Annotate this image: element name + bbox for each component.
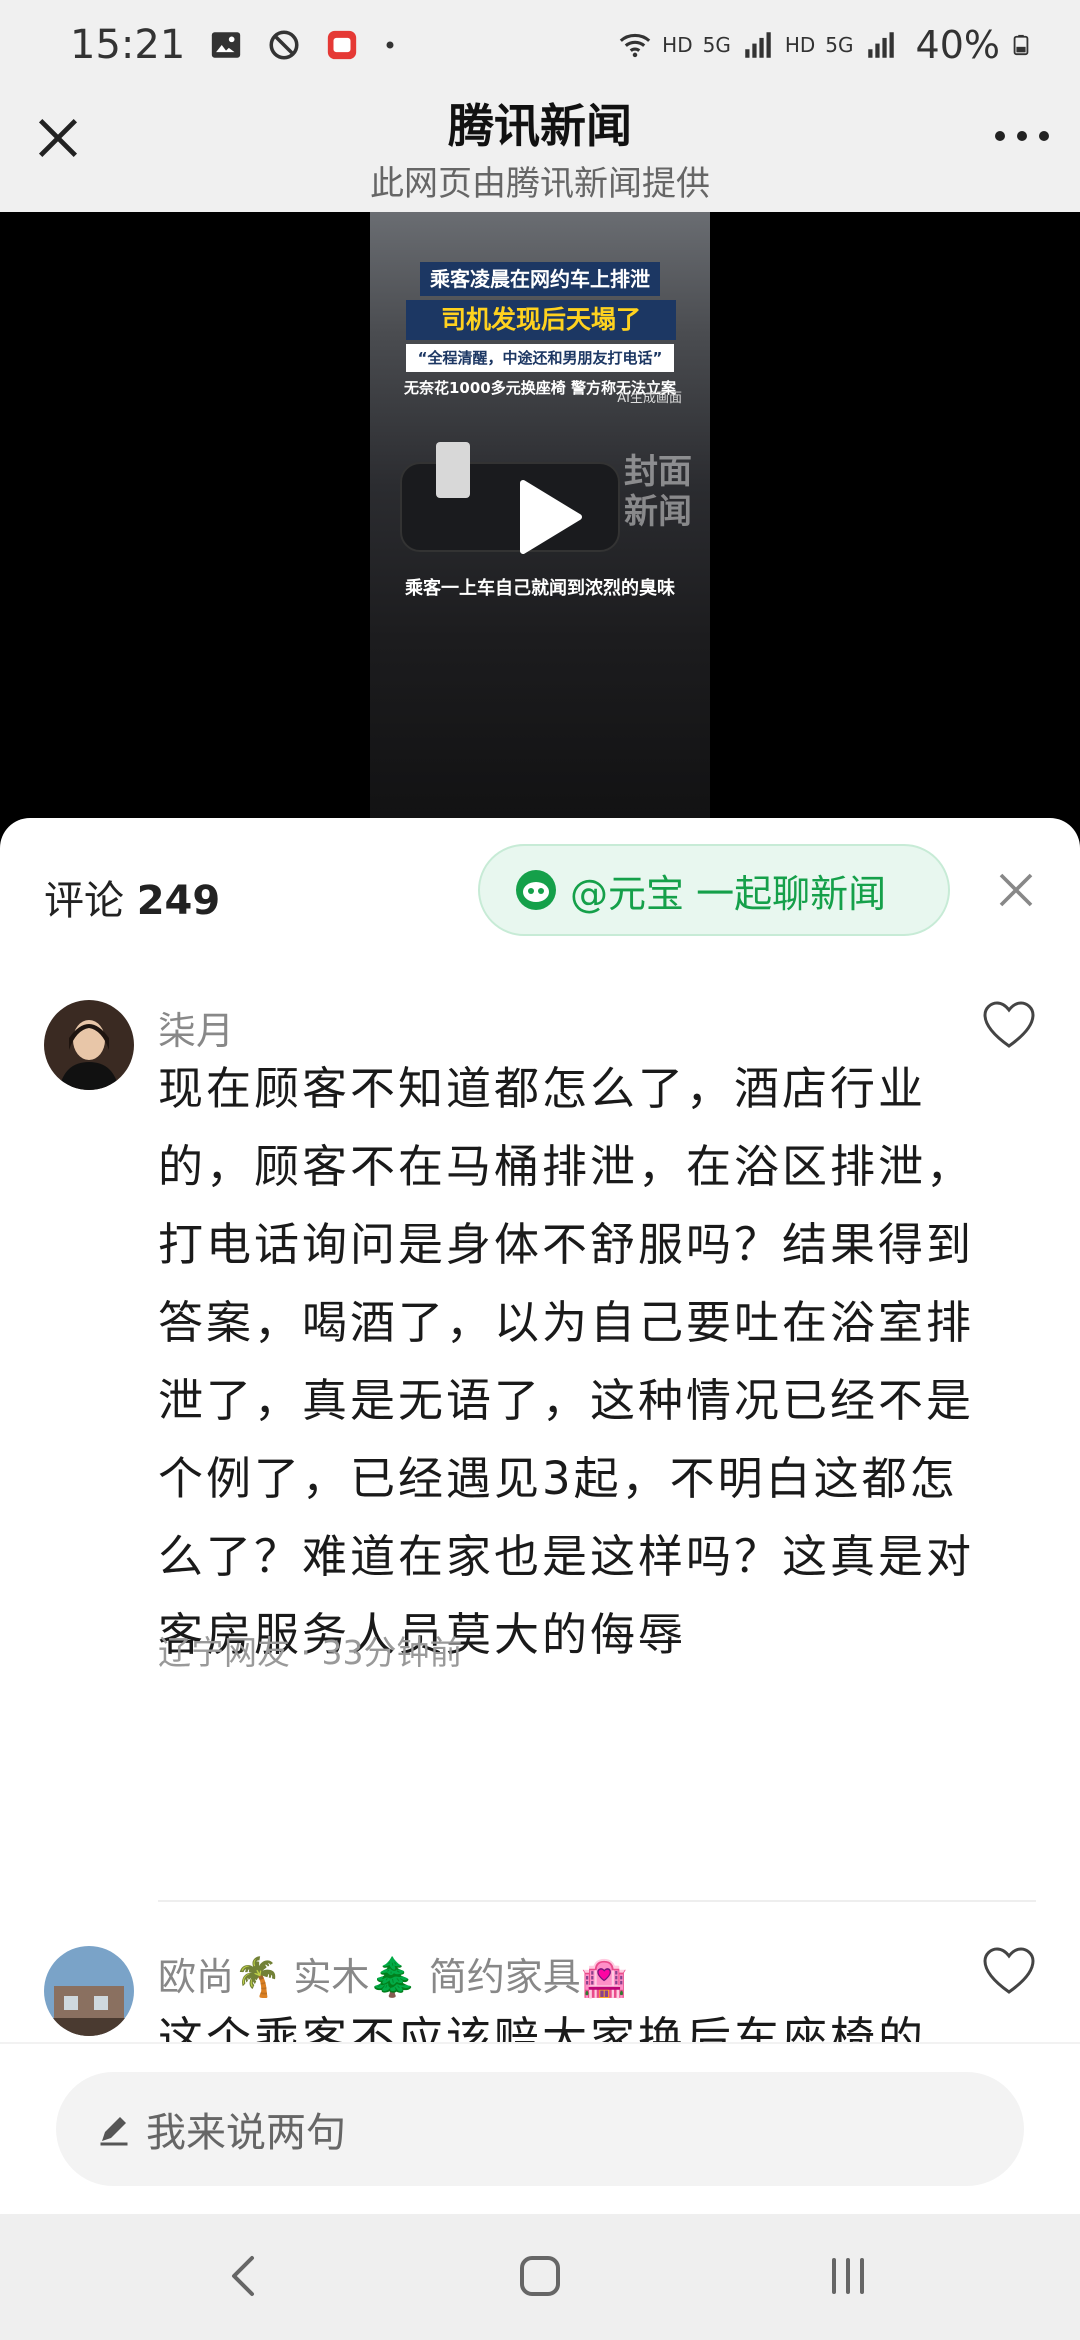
status-time: 15:21 bbox=[70, 22, 186, 68]
comment-username[interactable]: 柒月 bbox=[158, 1000, 234, 1055]
comment-username[interactable]: 欧尚🌴 实木🌲 简约家具🏩 bbox=[158, 1946, 628, 2001]
battery-percent: 40% bbox=[915, 23, 1000, 67]
network-gen-1: 5G bbox=[702, 33, 731, 57]
ai-generated-tag: AI生成画面 bbox=[617, 391, 682, 406]
page-subtitle: 此网页由腾讯新闻提供 bbox=[370, 164, 710, 204]
comment-input[interactable]: 我来说两句 bbox=[56, 2072, 1024, 2186]
dashboard-phone bbox=[436, 442, 470, 498]
app-notification-icon bbox=[328, 30, 357, 60]
like-heart-icon[interactable] bbox=[982, 1946, 1036, 1996]
network-gen-2: 5G bbox=[825, 33, 854, 57]
comment-divider bbox=[158, 1900, 1036, 1902]
wifi-icon bbox=[619, 33, 651, 58]
battery-icon bbox=[1013, 34, 1029, 56]
comments-count-label: 评论 249 bbox=[44, 868, 220, 926]
avatar-image bbox=[44, 1946, 134, 2036]
no-disturb-icon bbox=[269, 30, 299, 60]
comment-input-placeholder: 我来说两句 bbox=[146, 2110, 346, 2156]
play-icon[interactable] bbox=[495, 467, 595, 567]
comments-header: 评论 249 @元宝 一起聊新闻 bbox=[0, 818, 1080, 962]
yuanbao-icon bbox=[516, 870, 556, 910]
comment-meta: 辽宁网友 · 33分钟前 bbox=[158, 1633, 463, 1672]
comments-count: 249 bbox=[136, 878, 221, 924]
title-bar: 腾讯新闻 此网页由腾讯新闻提供 bbox=[0, 90, 1080, 212]
network-hd-1: HD bbox=[662, 33, 693, 57]
like-heart-icon[interactable] bbox=[982, 1000, 1036, 1050]
video-headline-2: 司机发现后天塌了 bbox=[406, 300, 676, 340]
system-nav-bar bbox=[0, 2214, 1080, 2340]
page-title: 腾讯新闻 bbox=[448, 99, 632, 153]
home-nav-icon[interactable] bbox=[508, 2244, 572, 2308]
network-hd-2: HD bbox=[784, 33, 816, 57]
video-subtitle: 乘客一上车自己就闻到浓烈的臭味 bbox=[405, 578, 675, 599]
yuanbao-chat-button[interactable]: @元宝 一起聊新闻 bbox=[478, 844, 950, 936]
back-nav-icon[interactable] bbox=[212, 2244, 276, 2308]
video-headline-1: 乘客凌晨在网约车上排泄 bbox=[420, 262, 660, 296]
video-watermark: 封面 新闻 bbox=[618, 452, 698, 532]
status-bar: 15:21 HD 5G HD 5G 40% bbox=[0, 0, 1080, 90]
comments-sheet: 评论 249 @元宝 一起聊新闻 柒月 现在顾客不知道都怎么了，酒店行业的，顾客… bbox=[0, 818, 1080, 2214]
comment-item: 柒月 现在顾客不知道都怎么了，酒店行业的，顾客不在马桶排泄，在浴区排泄，打电话询… bbox=[0, 1000, 1080, 1720]
signal-icon bbox=[745, 32, 771, 58]
video-headline-3: “全程清醒，中途还和男朋友打电话” bbox=[406, 344, 674, 372]
screen: 15:21 HD 5G HD 5G 40% 腾讯新闻 此网页由腾讯新闻提供 乘客… bbox=[0, 0, 1080, 2340]
yuanbao-label: @元宝 一起聊新闻 bbox=[570, 871, 887, 916]
gallery-icon bbox=[212, 32, 241, 58]
avatar[interactable] bbox=[44, 1000, 134, 1090]
avatar-image bbox=[44, 1000, 134, 1090]
more-options-icon[interactable] bbox=[992, 124, 1052, 148]
comment-body: 现在顾客不知道都怎么了，酒店行业的，顾客不在马桶排泄，在浴区排泄，打电话询问是身… bbox=[158, 1062, 975, 1661]
watermark-text: 封面 新闻 bbox=[624, 452, 692, 532]
avatar[interactable] bbox=[44, 1946, 134, 2036]
signal-icon-2 bbox=[867, 32, 894, 58]
dot-icon bbox=[386, 41, 394, 49]
video-frame: 乘客凌晨在网约车上排泄 司机发现后天塌了 “全程清醒，中途还和男朋友打电话” 无… bbox=[370, 212, 710, 822]
pen-icon bbox=[100, 2117, 128, 2146]
video-player[interactable]: 乘客凌晨在网约车上排泄 司机发现后天塌了 “全程清醒，中途还和男朋友打电话” 无… bbox=[0, 212, 1080, 840]
comments-label: 评论 bbox=[44, 878, 124, 924]
recents-nav-icon[interactable] bbox=[816, 2244, 880, 2308]
close-comments-icon[interactable] bbox=[996, 870, 1036, 910]
comment-input-bar: 我来说两句 bbox=[0, 2042, 1080, 2214]
